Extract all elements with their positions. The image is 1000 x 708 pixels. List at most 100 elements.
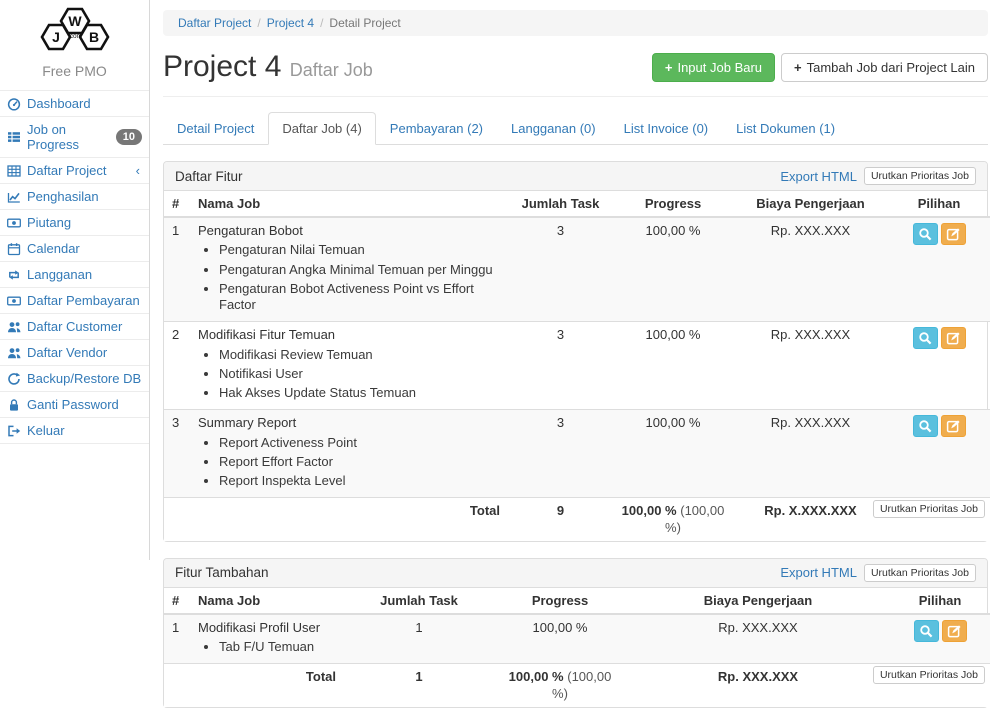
refresh-icon <box>7 372 21 386</box>
tab-langganan[interactable]: Langganan (0) <box>497 112 610 145</box>
sidebar-item-label: Job on Progress <box>27 122 110 152</box>
tab-detail-project[interactable]: Detail Project <box>163 112 268 145</box>
project-name: Project 4 <box>163 50 281 83</box>
sidebar-item-penghasilan[interactable]: Penghasilan <box>0 184 149 210</box>
sign-out-icon <box>7 424 21 438</box>
sidebar-item-label: Penghasilan <box>27 189 99 204</box>
panel-daftar-fitur: Daftar Fitur Export HTML Urutkan Priorit… <box>163 161 988 542</box>
sidebar-menu: Dashboard Job on Progress 10 Daftar Proj… <box>0 90 149 444</box>
tab-list-dokumen[interactable]: List Dokumen (1) <box>722 112 849 145</box>
breadcrumb-link-project-4[interactable]: Project 4 <box>267 16 314 30</box>
total-cost: Rp. XXX.XXX <box>626 664 890 707</box>
edit-job-button[interactable] <box>941 415 966 437</box>
cost-value: Rp. XXX.XXX <box>733 322 888 410</box>
plus-icon: + <box>794 61 802 74</box>
sidebar-item-label: Dashboard <box>27 96 91 111</box>
progress-value: 100,00 % <box>613 217 733 322</box>
edit-icon <box>946 419 960 433</box>
edit-icon <box>946 227 960 241</box>
sidebar-item-daftar-vendor[interactable]: Daftar Vendor <box>0 340 149 366</box>
task-count: 1 <box>344 614 494 664</box>
urutkan-prioritas-job-button[interactable]: Urutkan Prioritas Job <box>873 500 985 518</box>
tab-daftar-job[interactable]: Daftar Job (4) <box>268 112 375 145</box>
view-job-button[interactable] <box>914 620 939 642</box>
row-number: 2 <box>164 322 190 410</box>
urutkan-prioritas-job-button[interactable]: Urutkan Prioritas Job <box>864 167 976 185</box>
users-icon <box>7 346 21 360</box>
task-list-icon <box>7 130 21 144</box>
total-task-count: 9 <box>508 498 613 541</box>
breadcrumb-separator: / <box>320 16 323 30</box>
task-item: Pengaturan Nilai Temuan <box>219 242 500 258</box>
sidebar-item-daftar-project[interactable]: Daftar Project ‹ <box>0 158 149 184</box>
sidebar-item-daftar-pembayaran[interactable]: Daftar Pembayaran <box>0 288 149 314</box>
tambah-job-dari-project-lain-button[interactable]: + Tambah Job dari Project Lain <box>781 53 988 82</box>
progress-value: 100,00 % <box>613 410 733 498</box>
users-icon <box>7 320 21 334</box>
cost-value: Rp. XXX.XXX <box>626 614 890 664</box>
sidebar-item-daftar-customer[interactable]: Daftar Customer <box>0 314 149 340</box>
task-count: 3 <box>508 217 613 322</box>
task-list: Tab F/U Temuan <box>198 639 336 655</box>
edit-job-button[interactable] <box>941 223 966 245</box>
sidebar-item-ganti-password[interactable]: Ganti Password <box>0 392 149 418</box>
project-tabs: Detail Project Daftar Job (4) Pembayaran… <box>163 112 988 145</box>
sidebar-item-dashboard[interactable]: Dashboard <box>0 91 149 117</box>
sidebar-item-langganan[interactable]: Langganan <box>0 262 149 288</box>
sidebar-item-piutang[interactable]: Piutang <box>0 210 149 236</box>
page-subtitle: Daftar Job <box>290 60 373 80</box>
row-number: 1 <box>164 614 190 664</box>
page-title: Project 4 Daftar Job <box>163 50 373 84</box>
urutkan-prioritas-job-button[interactable]: Urutkan Prioritas Job <box>873 666 985 684</box>
line-chart-icon <box>7 190 21 204</box>
edit-job-button[interactable] <box>941 327 966 349</box>
sidebar-item-backup-restore[interactable]: Backup/Restore DB <box>0 366 149 392</box>
total-task-count: 1 <box>344 664 494 707</box>
brand-name: Free PMO <box>0 63 149 79</box>
task-item: Pengaturan Bobot Activeness Point vs Eff… <box>219 281 500 314</box>
total-progress: 100,00 % (100,00 %) <box>613 498 733 541</box>
export-html-link[interactable]: Export HTML <box>780 169 857 184</box>
sidebar-item-label: Daftar Pembayaran <box>27 293 140 308</box>
task-item: Modifikasi Review Temuan <box>219 347 500 363</box>
task-item: Report Inspekta Level <box>219 473 500 489</box>
sidebar-item-keluar[interactable]: Keluar <box>0 418 149 444</box>
col-biaya-pengerjaan: Biaya Pengerjaan <box>626 588 890 614</box>
urutkan-prioritas-job-button[interactable]: Urutkan Prioritas Job <box>864 564 976 582</box>
task-count: 3 <box>508 410 613 498</box>
col-jumlah-task: Jumlah Task <box>508 191 613 217</box>
button-label: Input Job Baru <box>677 60 762 75</box>
tab-pembayaran[interactable]: Pembayaran (2) <box>376 112 497 145</box>
table-row: 2 Modifikasi Fitur Temuan Modifikasi Rev… <box>164 322 990 410</box>
sidebar-item-label: Daftar Project <box>27 163 106 178</box>
view-job-button[interactable] <box>913 327 938 349</box>
table-row: 1 Pengaturan Bobot Pengaturan Nilai Temu… <box>164 217 990 322</box>
sidebar-item-job-on-progress[interactable]: Job on Progress 10 <box>0 117 149 158</box>
view-job-button[interactable] <box>913 223 938 245</box>
col-number: # <box>164 191 190 217</box>
search-icon <box>919 624 933 638</box>
job-name: Modifikasi Fitur Temuan <box>198 327 335 342</box>
daftar-fitur-table: # Nama Job Jumlah Task Progress Biaya Pe… <box>164 191 990 541</box>
sidebar-item-calendar[interactable]: Calendar <box>0 236 149 262</box>
sidebar-item-label: Piutang <box>27 215 71 230</box>
edit-job-button[interactable] <box>942 620 967 642</box>
search-icon <box>918 331 932 345</box>
task-list: Modifikasi Review Temuan Notifikasi User… <box>198 347 500 402</box>
breadcrumb-link-daftar-project[interactable]: Daftar Project <box>178 16 251 30</box>
job-name: Summary Report <box>198 415 296 430</box>
page-header: Project 4 Daftar Job + Input Job Baru + … <box>163 50 988 97</box>
chevron-left-icon: ‹ <box>136 163 142 178</box>
progress-value: 100,00 % <box>613 322 733 410</box>
view-job-button[interactable] <box>913 415 938 437</box>
export-html-link[interactable]: Export HTML <box>780 565 857 580</box>
progress-value: 100,00 % <box>494 614 626 664</box>
row-number: 1 <box>164 217 190 322</box>
total-row: Total 9 100,00 % (100,00 %) Rp. X.XXX.XX… <box>164 498 990 541</box>
sidebar-item-label: Keluar <box>27 423 65 438</box>
svg-text:.com: .com <box>67 33 81 40</box>
sidebar: W J B .com Free PMO Dashboard Job on Pro… <box>0 0 150 560</box>
table-row: 1 Modifikasi Profil User Tab F/U Temuan … <box>164 614 990 664</box>
tab-list-invoice[interactable]: List Invoice (0) <box>610 112 723 145</box>
input-job-baru-button[interactable]: + Input Job Baru <box>652 53 775 82</box>
